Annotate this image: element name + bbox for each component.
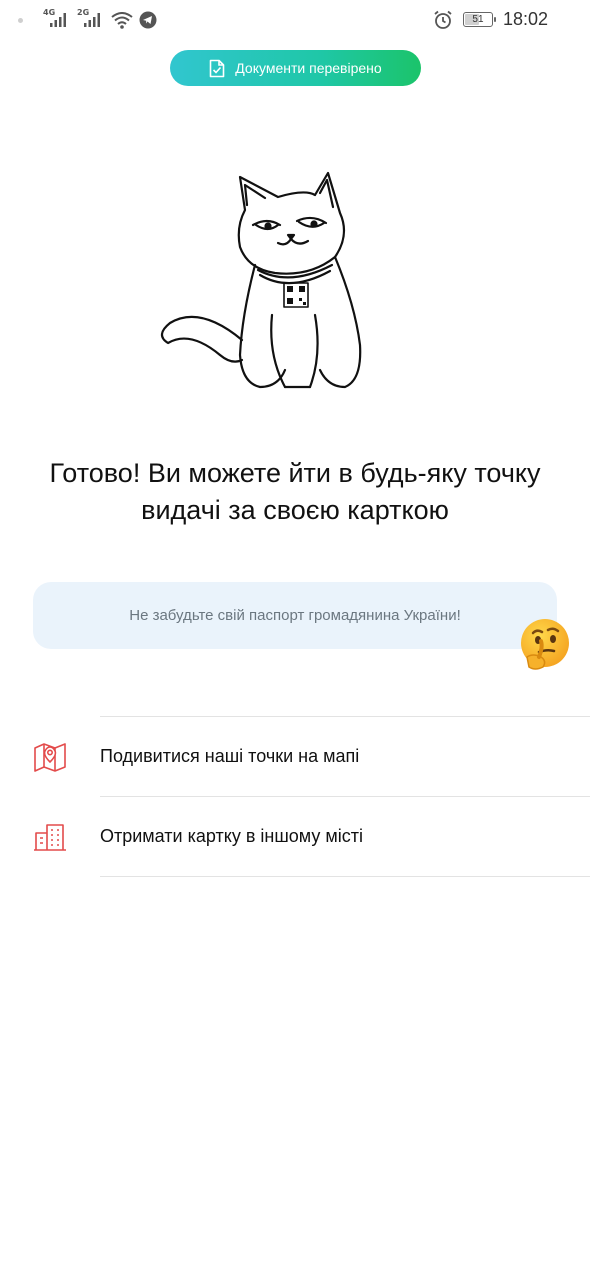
- document-check-icon: [209, 59, 225, 77]
- divider: [100, 876, 590, 877]
- signal-icon-sim1: 4G: [43, 8, 71, 30]
- view-map-points-label: Подивитися наші точки на мапі: [100, 746, 360, 766]
- documents-verified-badge: Документи перевірено: [170, 50, 421, 86]
- success-headline: Готово! Ви можете йти в будь-яку точку в…: [20, 455, 570, 529]
- other-city-card-item[interactable]: Отримати картку в іншому місті: [0, 797, 590, 876]
- alarm-icon: [434, 10, 452, 29]
- battery-level: 51: [472, 14, 484, 25]
- wifi-icon: [111, 11, 133, 29]
- actions-menu: Подивитися наші точки на мапі Отримати к…: [0, 716, 590, 877]
- other-city-card-label: Отримати картку в іншому місті: [100, 826, 363, 846]
- headline-line-1: Готово! Ви можете йти в будь-яку точку: [49, 458, 541, 488]
- passport-reminder: Не забудьте свій паспорт громадянина Укр…: [33, 582, 557, 649]
- cat-illustration: [160, 171, 362, 389]
- passport-reminder-text: Не забудьте свій паспорт громадянина Укр…: [129, 607, 461, 624]
- clock: 18:02: [502, 9, 548, 29]
- telegram-icon: [139, 11, 157, 29]
- view-map-points-item[interactable]: Подивитися наші точки на мапі: [0, 717, 590, 796]
- battery-icon: 51: [462, 12, 496, 27]
- documents-verified-label: Документи перевірено: [235, 60, 382, 76]
- signal-icon-sim2: 2G: [77, 8, 105, 30]
- headline-line-2: видачі за своєю карткою: [141, 495, 449, 525]
- thinking-face-icon: [521, 619, 569, 670]
- status-bar: 4G 2G 51 18:02: [0, 0, 590, 40]
- map-pin-icon: [34, 742, 66, 772]
- notification-dot: [18, 17, 23, 23]
- building-icon: [34, 823, 66, 851]
